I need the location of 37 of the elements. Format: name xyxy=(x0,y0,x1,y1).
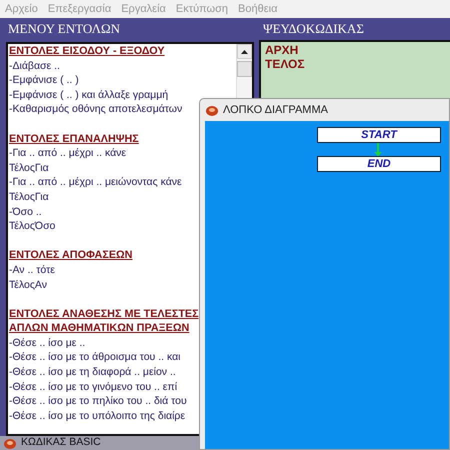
section-heading: ΑΠΛΩΝ ΜΑΘΗΜΑΤΙΚΩΝ ΠΡΑΞΕΩΝ xyxy=(8,321,190,336)
section-heading: ΕΝΤΟΛΕΣ ΑΝΑΘΕΣΗΣ ΜΕ ΤΕΛΕΣΤΕΣ xyxy=(8,306,199,322)
command-item[interactable]: -Καθαρισμός οθόνης αποτελεσμάτων xyxy=(8,102,182,117)
section-heading: ΕΝΤΟΛΕΣ ΕΠΑΝΑΛΗΨΗΣ xyxy=(8,132,139,146)
command-item[interactable]: -Θέσε .. ίσο με το γινόμενο του .. επί xyxy=(8,380,178,394)
panel-title: ΨΕΥΔΟΚΩΔΙΚΑΣ xyxy=(262,20,364,38)
command-item[interactable]: -Διάβασε .. xyxy=(8,58,60,74)
section-heading: ΕΝΤΟΛΕΣ ΕΙΣΟΔΟΥ - ΕΞΟΔΟΥ xyxy=(8,44,165,59)
command-item[interactable]: -Θέσε .. ίσο με .. xyxy=(8,336,86,350)
connector-arrow xyxy=(374,143,382,157)
command-item[interactable]: -Για .. από .. μέχρι .. μειώνοντας κάνε xyxy=(8,175,182,190)
app-icon xyxy=(4,438,16,448)
command-item[interactable]: -Όσο .. xyxy=(8,204,42,220)
command-item[interactable]: -Θέσε .. ίσο με τη διαφορά .. μείον .. xyxy=(8,365,176,380)
flowchart-node: END xyxy=(317,156,441,172)
command-item[interactable]: ΤέλοςΌσο xyxy=(8,219,56,234)
command-item[interactable]: -Θέσε .. ίσο με το πηλίκο του .. διά του xyxy=(8,394,187,409)
code-line: ΑΡΧΗ xyxy=(265,43,300,57)
command-item[interactable]: -Θέσε .. ίσο με το άθροισμα του .. και xyxy=(8,350,180,366)
app-icon xyxy=(206,104,218,116)
scroll-up-button[interactable] xyxy=(237,44,252,59)
command-item[interactable]: ΤέλοςΑν xyxy=(8,278,47,292)
command-item[interactable]: -Για .. από .. μέχρι .. κάνε xyxy=(8,146,126,161)
command-item[interactable]: -Αν .. τότε xyxy=(8,262,55,278)
window-title: ΚΩΔΙΚΑΣ BASIC xyxy=(21,435,101,450)
arrow-up-icon xyxy=(241,50,248,54)
panel-title: ΜΕΝΟΥ ΕΝΤΟΛΩΝ xyxy=(7,20,122,38)
command-item[interactable]: -Θέσε .. ίσο με το υπόλοιπο της διαίρε xyxy=(8,408,186,424)
command-item[interactable]: ΤέλοςΓια xyxy=(8,160,49,176)
command-item[interactable]: -Εμφάνισε ( .. ) xyxy=(8,73,79,88)
command-item[interactable]: ΤέλοςΓια xyxy=(8,190,49,205)
minimized-window-bar[interactable]: ΚΩΔΙΚΑΣ BASIC xyxy=(0,436,199,450)
section-heading: ΕΝΤΟΛΕΣ ΑΠΟΦΑΣΕΩΝ xyxy=(8,248,132,263)
code-line: ΤΕΛΟΣ xyxy=(265,57,306,71)
command-item[interactable]: -Εμφάνισε ( .. ) και άλλαξε γραμμή xyxy=(8,88,168,102)
scroll-thumb[interactable] xyxy=(237,61,252,77)
flowchart-node: START xyxy=(317,127,441,143)
